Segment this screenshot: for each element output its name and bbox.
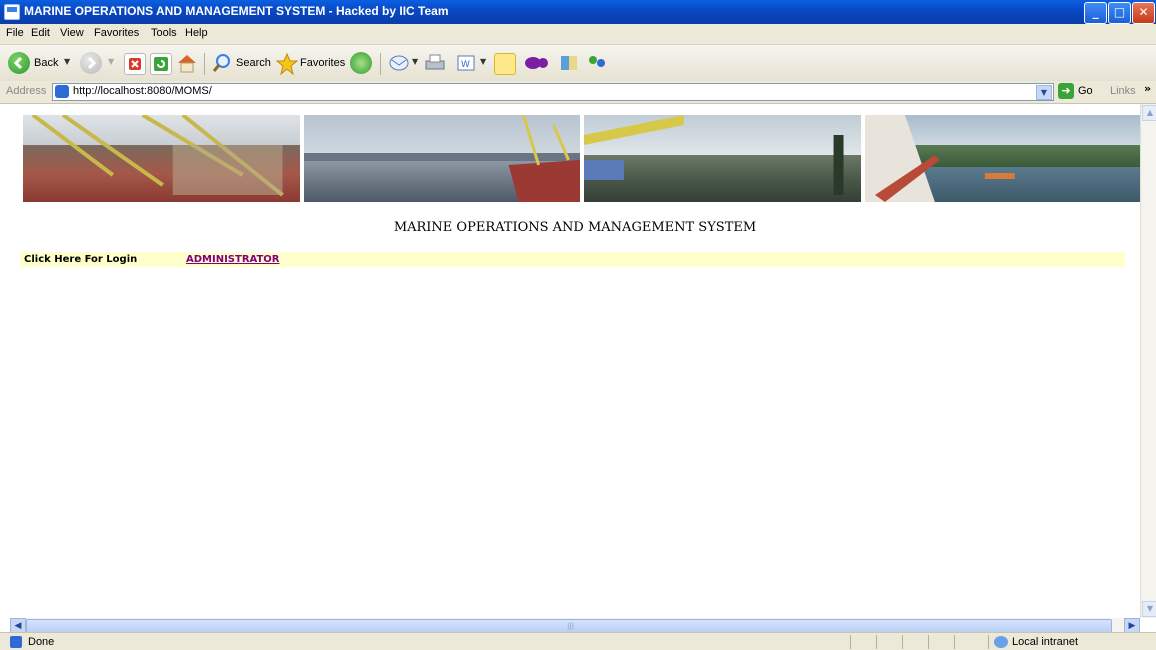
address-bar: Address http://localhost:8080/MOMS/ ▼ ➜ … [0, 81, 1156, 104]
close-button[interactable]: ✕ [1132, 2, 1155, 24]
status-divider [988, 635, 989, 649]
search-button-label[interactable]: Search [236, 57, 271, 69]
favorites-star-icon[interactable] [275, 52, 299, 76]
address-url[interactable]: http://localhost:8080/MOMS/ [73, 85, 212, 97]
forward-arrow-icon[interactable] [80, 52, 102, 74]
address-dropdown-icon[interactable]: ▼ [1036, 85, 1052, 100]
stop-icon[interactable] [124, 53, 146, 75]
ie-window-icon [4, 4, 20, 20]
minimize-button[interactable]: _ [1084, 2, 1107, 24]
intranet-zone-icon [994, 636, 1008, 648]
menu-help[interactable]: Help [185, 27, 208, 39]
dock-yard-photo [584, 115, 861, 202]
security-zone: Local intranet [1012, 636, 1079, 648]
status-divider [850, 635, 851, 649]
forward-dropdown-icon[interactable]: ▼ [108, 57, 114, 66]
back-dropdown-icon[interactable]: ▼ [64, 57, 70, 66]
toolbar-separator [380, 53, 381, 75]
mail-dropdown-icon[interactable]: ▼ [412, 57, 418, 66]
grip-icon: ||| [567, 622, 575, 630]
status-text: Done [28, 636, 55, 648]
status-bar: Done Local intranet [0, 632, 1156, 650]
scroll-down-icon[interactable]: ▼ [1142, 601, 1156, 617]
back-arrow-icon[interactable] [8, 52, 30, 74]
menu-edit[interactable]: Edit [31, 27, 50, 39]
page-content: MARINE OPERATIONS AND MANAGEMENT SYSTEM … [10, 104, 1141, 618]
administrator-link[interactable]: ADMINISTRATOR [186, 254, 280, 265]
notes-icon[interactable] [494, 53, 516, 75]
word-edit-icon[interactable]: W [456, 53, 476, 73]
research-icon[interactable] [558, 53, 578, 73]
page-icon [55, 85, 69, 98]
menu-file[interactable]: File [6, 27, 24, 39]
content-margin [0, 104, 10, 618]
svg-text:W: W [461, 60, 470, 70]
banner-images [23, 115, 1141, 202]
toolbar-separator [204, 53, 205, 75]
favorites-button-label[interactable]: Favorites [300, 57, 345, 69]
menu-favorites[interactable]: Favorites [94, 27, 139, 39]
menu-tools[interactable]: Tools [151, 27, 177, 39]
horizontal-scrollbar[interactable]: ◀ ||| ▶ [10, 618, 1140, 634]
yahoo-icon[interactable] [524, 53, 548, 73]
status-divider [928, 635, 929, 649]
page-heading: MARINE OPERATIONS AND MANAGEMENT SYSTEM [393, 220, 757, 235]
port-crane-photo [23, 115, 300, 202]
address-input[interactable]: http://localhost:8080/MOMS/ ▼ [52, 83, 1054, 101]
links-chevron-icon[interactable]: » [1144, 82, 1151, 95]
window-title: MARINE OPERATIONS AND MANAGEMENT SYSTEM … [24, 4, 449, 18]
status-divider [876, 635, 877, 649]
browser-window: MARINE OPERATIONS AND MANAGEMENT SYSTEM … [0, 0, 1156, 650]
refresh-icon[interactable] [150, 53, 172, 75]
back-button-label[interactable]: Back [34, 57, 58, 69]
messenger-icon[interactable] [586, 53, 606, 73]
login-bar: Click Here For Login ADMINISTRATOR [20, 252, 1125, 267]
scroll-up-icon[interactable]: ▲ [1142, 105, 1156, 121]
page-done-icon [10, 636, 22, 648]
login-prompt: Click Here For Login [24, 254, 138, 265]
menu-view[interactable]: View [60, 27, 84, 39]
vertical-scrollbar[interactable]: ▲ ▼ [1140, 104, 1156, 618]
harbor-water-photo [303, 115, 580, 202]
edit-dropdown-icon[interactable]: ▼ [480, 57, 486, 66]
address-label: Address [6, 85, 47, 97]
search-icon[interactable] [212, 53, 232, 73]
status-divider [902, 635, 903, 649]
bay-view-photo [864, 115, 1141, 202]
go-button[interactable]: Go [1078, 85, 1093, 97]
home-icon[interactable] [176, 53, 196, 73]
print-icon[interactable] [424, 53, 445, 73]
go-arrow-icon[interactable]: ➜ [1058, 83, 1074, 99]
status-divider [954, 635, 955, 649]
maximize-button[interactable]: □ [1108, 2, 1131, 24]
mail-icon[interactable] [388, 53, 409, 73]
standard-toolbar: Back ▼ ▼ Search Favorites ▼ W ▼ [0, 45, 1156, 82]
title-bar: MARINE OPERATIONS AND MANAGEMENT SYSTEM … [0, 0, 1156, 24]
links-button[interactable]: Links [1110, 85, 1136, 97]
horizontal-scroll-thumb[interactable]: ||| [26, 619, 1112, 633]
history-icon[interactable] [350, 52, 372, 74]
menu-bar: File Edit View Favorites Tools Help [0, 24, 1156, 64]
